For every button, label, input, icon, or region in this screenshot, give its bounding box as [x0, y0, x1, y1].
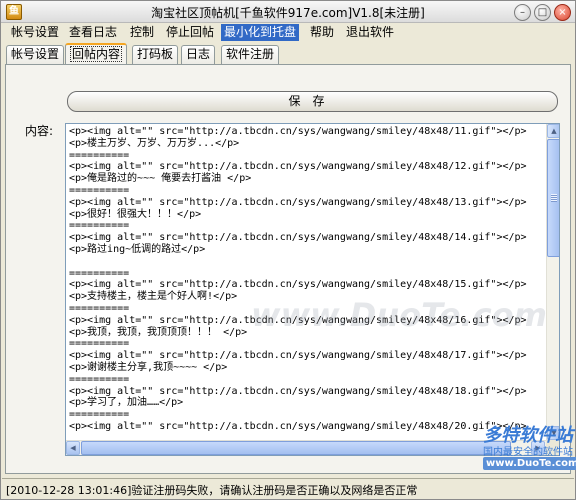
menu-bar: 帐号设置 查看日志 控制 停止回帖 最小化到托盘 帮助 退出软件 [2, 23, 574, 42]
content-line: <p><img alt="" src="http://a.tbcdn.cn/sy… [69, 161, 527, 173]
tab-reply-content[interactable]: 回帖内容 [65, 43, 128, 65]
tab-captcha-board[interactable]: 打码板 [132, 45, 179, 64]
save-button[interactable]: 保存 [67, 91, 558, 112]
content-line: <p>谢谢楼主分享,我顶~~~~ </p> [69, 361, 228, 373]
content-line [69, 256, 545, 268]
close-button[interactable]: × [554, 4, 571, 21]
tab-label: 帐号设置 [11, 47, 60, 61]
title-bar[interactable]: 鱼 淘宝社区顶帖机[千鱼软件917e.com]V1.8[未注册] – □ × [1, 1, 575, 23]
menu-account-settings[interactable]: 帐号设置 [8, 24, 62, 41]
status-text: [2010-12-28 13:01:46]验证注册码失败，请确认注册码是否正确以… [6, 484, 418, 497]
arrow-left-icon[interactable]: ◀ [66, 441, 80, 455]
tab-registration[interactable]: 软件注册 [221, 45, 280, 64]
arrow-up-icon[interactable]: ▲ [547, 124, 559, 138]
content-line: <p>学习了，加油……</p> [69, 397, 184, 409]
content-line: ========== [69, 267, 130, 279]
tab-log[interactable]: 日志 [181, 45, 216, 64]
content-line: ========== [69, 184, 130, 196]
reply-content-panel: 保存 内容: <p><img alt="" src="http://a.tbcd… [5, 64, 571, 474]
content-line: <p><img alt="" src="http://a.tbcdn.cn/sy… [69, 126, 527, 137]
menu-minimize-to-tray[interactable]: 最小化到托盘 [221, 24, 300, 41]
menu-stop-reply[interactable]: 停止回帖 [163, 24, 217, 41]
content-line: <p><img alt="" src="http://a.tbcdn.cn/sy… [69, 196, 527, 208]
horizontal-scroll-thumb[interactable] [81, 441, 511, 455]
content-line: ========== [69, 373, 130, 385]
content-line: <p><img alt="" src="http://a.tbcdn.cn/sy… [69, 385, 527, 397]
content-line: <p>俺是路过的~~~ 俺要去打酱油 </p> [69, 173, 252, 185]
content-line: ========== [69, 338, 130, 350]
content-editor[interactable]: <p><img alt="" src="http://a.tbcdn.cn/sy… [65, 123, 560, 456]
menu-help[interactable]: 帮助 [307, 24, 337, 41]
grip-icon [551, 194, 557, 202]
content-line: <p>支持楼主，楼主是个好人啊!</p> [69, 291, 238, 303]
content-line: <p><img alt="" src="http://a.tbcdn.cn/sy… [69, 420, 527, 432]
tab-strip: 帐号设置 回帖内容 打码板 日志 软件注册 [5, 43, 573, 65]
minimize-button[interactable]: – [514, 4, 531, 21]
menu-view-log[interactable]: 查看日志 [66, 24, 120, 41]
menu-exit[interactable]: 退出软件 [343, 24, 397, 41]
tab-label: 日志 [186, 47, 211, 61]
arrow-right-icon[interactable]: ▶ [531, 441, 545, 455]
content-line: ========== [69, 220, 130, 232]
tab-label: 回帖内容 [70, 46, 123, 62]
content-line: <p><img alt="" src="http://a.tbcdn.cn/sy… [69, 232, 527, 244]
content-label: 内容: [25, 124, 54, 138]
window-title: 淘宝社区顶帖机[千鱼软件917e.com]V1.8[未注册] [151, 6, 425, 20]
app-window: 鱼 淘宝社区顶帖机[千鱼软件917e.com]V1.8[未注册] – □ × 帐… [0, 0, 576, 500]
content-line: <p><img alt="" src="http://a.tbcdn.cn/sy… [69, 279, 527, 291]
tab-label: 打码板 [137, 47, 174, 61]
content-line: <p>我顶，我顶，我顶顶顶！！！ </p> [69, 326, 248, 338]
vertical-scroll-thumb[interactable] [547, 139, 559, 257]
content-line: <p>路过ing~低调的路过</p> [69, 243, 206, 255]
menu-control[interactable]: 控制 [127, 24, 157, 41]
status-bar: [2010-12-28 13:01:46]验证注册码失败，请确认注册码是否正确以… [2, 478, 574, 499]
content-textarea[interactable]: <p><img alt="" src="http://a.tbcdn.cn/sy… [69, 126, 545, 438]
content-line: <p><img alt="" src="http://a.tbcdn.cn/sy… [69, 350, 527, 362]
content-line: ========== [69, 302, 130, 314]
maximize-button[interactable]: □ [534, 4, 551, 21]
content-line: <p>楼主万岁、万岁、万万岁...</p> [69, 137, 240, 149]
scrollbar-corner [546, 440, 559, 455]
content-line: ========== [69, 149, 130, 161]
content-line: <p><img alt="" src="http://a.tbcdn.cn/sy… [69, 314, 527, 326]
arrow-down-icon[interactable]: ▼ [547, 426, 559, 440]
vertical-scrollbar[interactable]: ▲ ▼ [546, 124, 559, 440]
content-line: ========== [69, 409, 130, 421]
content-line: <p>很好！很强大！！！</p> [69, 208, 202, 220]
horizontal-scrollbar[interactable]: ◀ ▶ [66, 440, 546, 455]
tab-label: 软件注册 [226, 47, 275, 61]
tab-account-settings[interactable]: 帐号设置 [6, 45, 65, 64]
